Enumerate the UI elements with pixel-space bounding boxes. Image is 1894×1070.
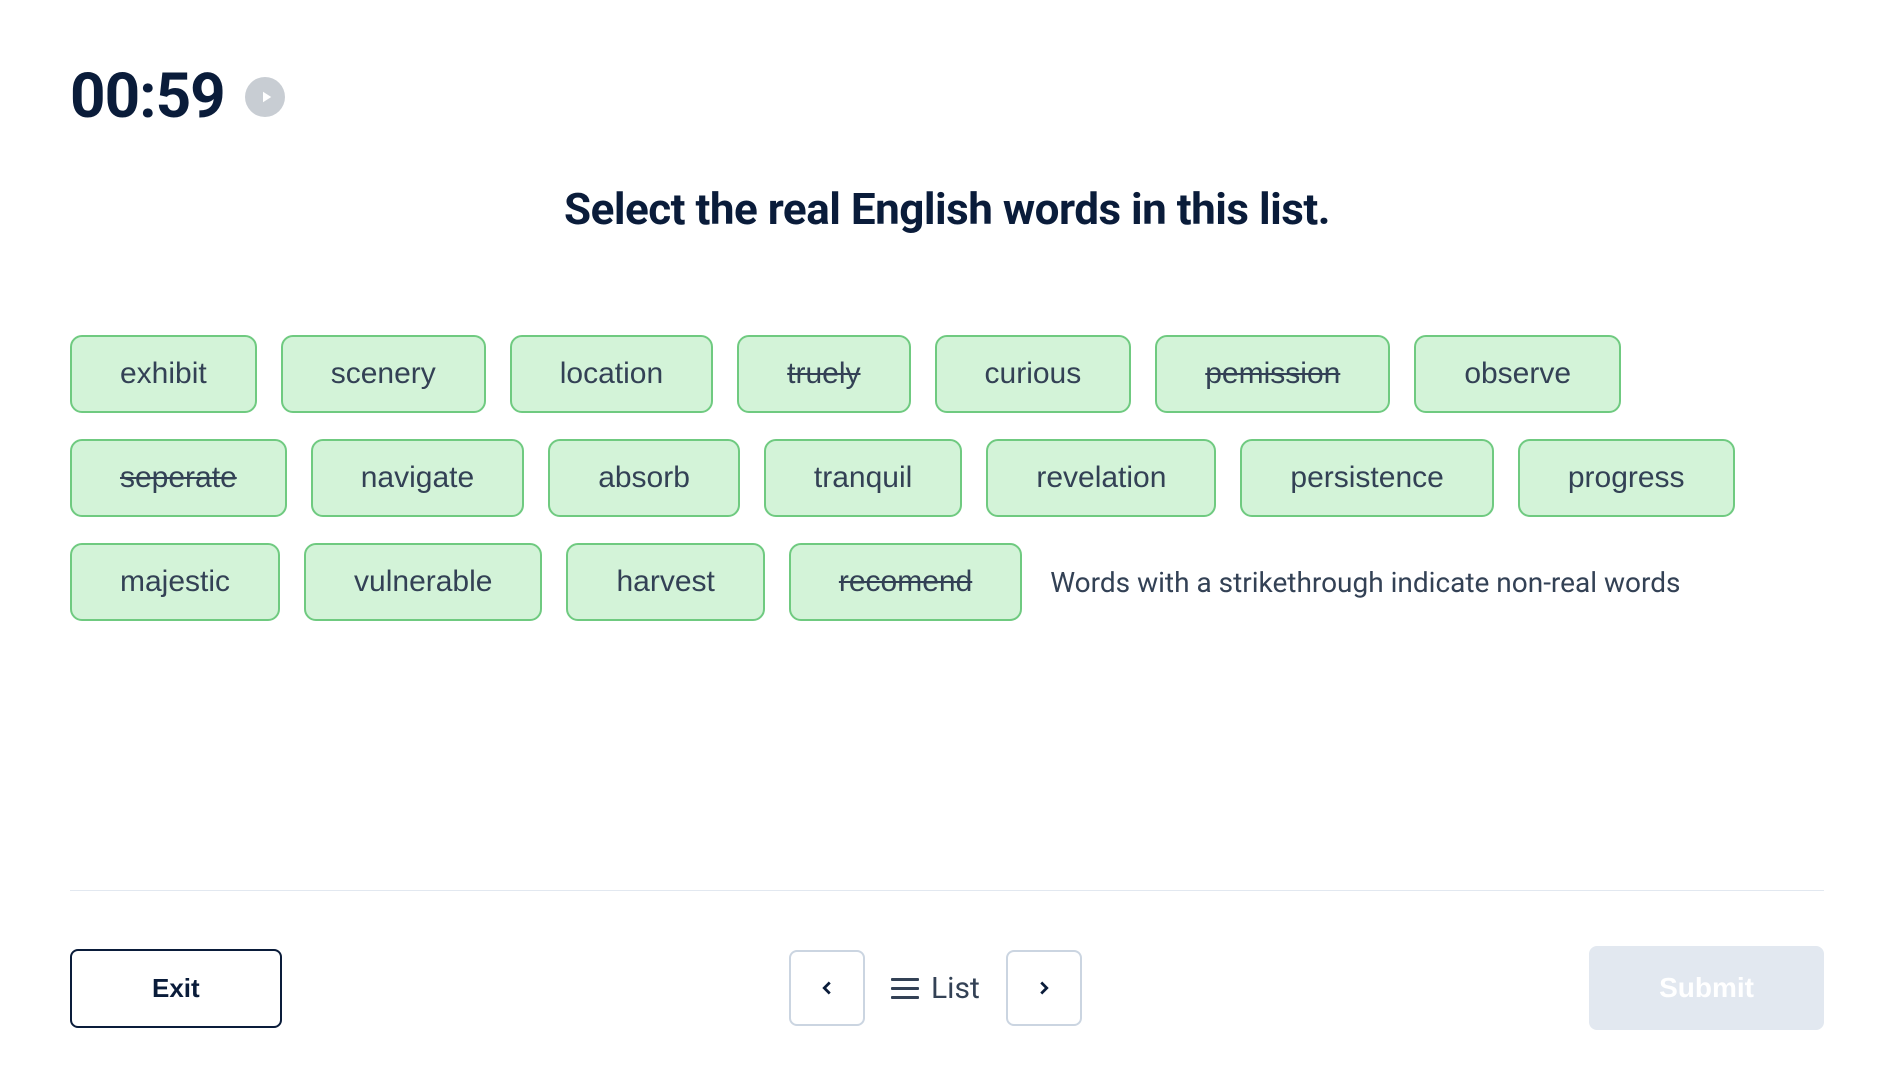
footer-divider	[70, 890, 1824, 891]
submit-button[interactable]: Submit	[1589, 946, 1824, 1030]
word-chip[interactable]: progress	[1518, 439, 1735, 517]
word-chip[interactable]: truely	[737, 335, 910, 413]
word-chip[interactable]: revelation	[986, 439, 1216, 517]
chevron-right-icon	[1033, 977, 1055, 999]
word-chip[interactable]: location	[510, 335, 713, 413]
list-icon	[891, 978, 919, 999]
word-chip[interactable]: seperate	[70, 439, 287, 517]
list-label-text: List	[931, 971, 980, 1006]
word-chip[interactable]: pemission	[1155, 335, 1390, 413]
question-title: Select the real English words in this li…	[0, 183, 1894, 235]
word-chip[interactable]: absorb	[548, 439, 740, 517]
hint-text: Words with a strikethrough indicate non-…	[1050, 566, 1680, 599]
word-chip[interactable]: recomend	[789, 543, 1022, 621]
word-chip[interactable]: scenery	[281, 335, 486, 413]
play-button[interactable]	[245, 77, 285, 117]
word-chip[interactable]: persistence	[1240, 439, 1493, 517]
word-chip[interactable]: navigate	[311, 439, 524, 517]
word-chip[interactable]: tranquil	[764, 439, 962, 517]
exit-button[interactable]: Exit	[70, 949, 282, 1028]
word-chip[interactable]: observe	[1414, 335, 1621, 413]
play-icon	[257, 88, 275, 106]
prev-button[interactable]	[789, 950, 865, 1026]
chevron-left-icon	[816, 977, 838, 999]
word-chip[interactable]: exhibit	[70, 335, 257, 413]
word-chip[interactable]: vulnerable	[304, 543, 542, 621]
words-container: exhibit scenery location truely curious pemis…	[0, 235, 1894, 621]
word-chip[interactable]: harvest	[566, 543, 764, 621]
navigation-controls: List	[789, 950, 1082, 1026]
word-chip[interactable]: majestic	[70, 543, 280, 621]
list-button[interactable]: List	[883, 971, 988, 1006]
word-chip[interactable]: curious	[935, 335, 1132, 413]
timer-display: 00:59	[70, 60, 225, 133]
next-button[interactable]	[1006, 950, 1082, 1026]
